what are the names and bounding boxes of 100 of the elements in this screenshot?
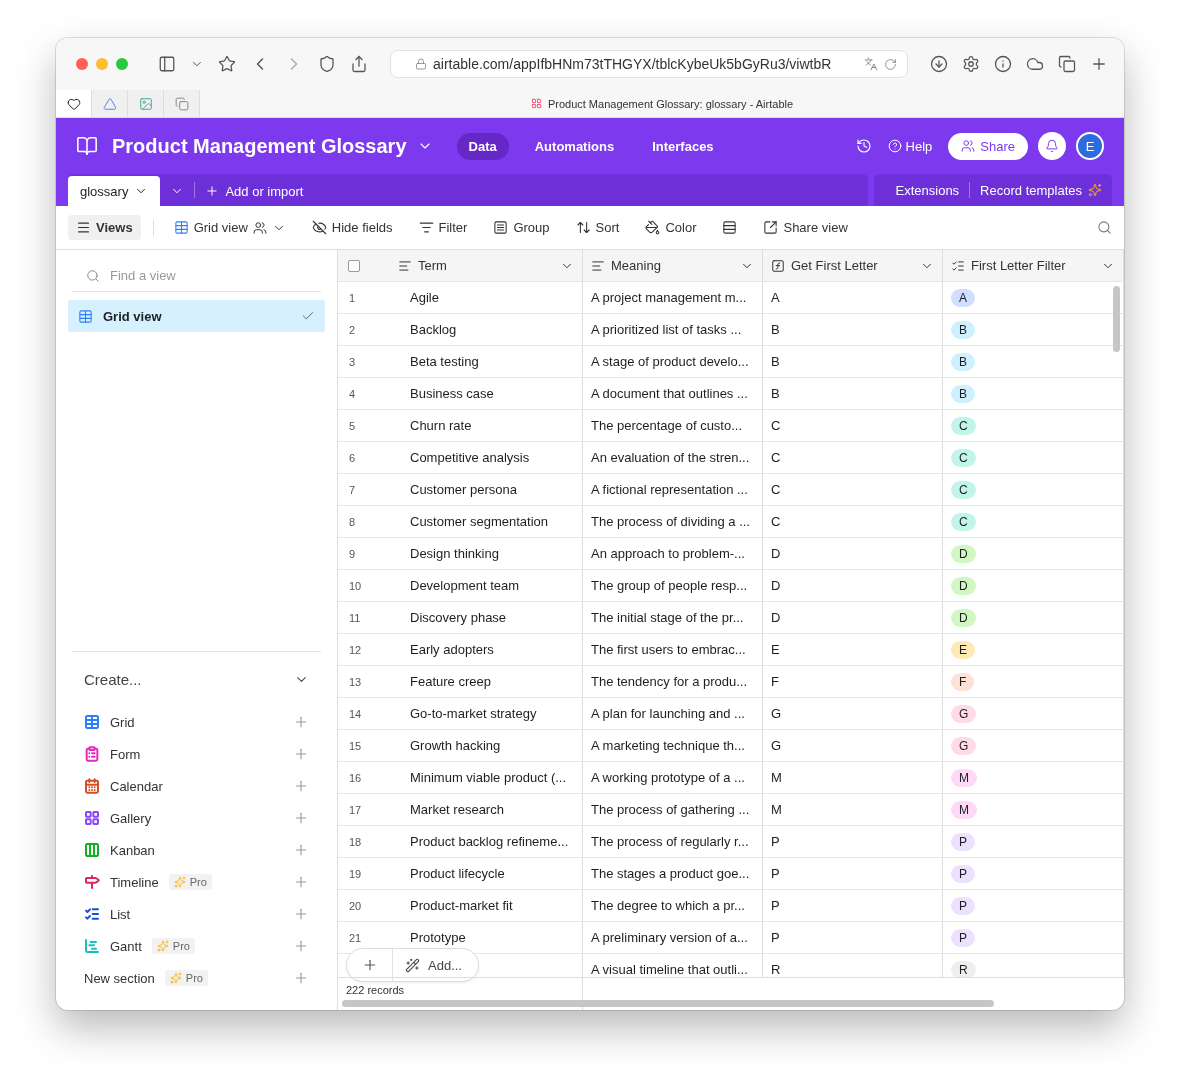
create-view-item[interactable]: Calendar bbox=[110, 778, 163, 794]
row-height-icon bbox=[722, 220, 738, 235]
header-link[interactable]: Record templates bbox=[970, 175, 1112, 205]
share-button[interactable]: Share bbox=[948, 132, 1028, 160]
plus-icon bbox=[205, 184, 220, 198]
create-view-item[interactable]: New section bbox=[84, 970, 155, 986]
filter-icon bbox=[418, 220, 434, 235]
plus-icon bbox=[293, 746, 309, 762]
row-number: 12 bbox=[348, 643, 363, 656]
scrollbar[interactable] bbox=[342, 1000, 994, 1007]
create-view-item[interactable]: Gallery bbox=[110, 810, 152, 826]
view-switcher[interactable]: Grid view bbox=[165, 215, 294, 240]
minimize-window-dot[interactable] bbox=[96, 58, 108, 70]
column-header[interactable]: Meaning bbox=[611, 258, 734, 273]
zoom-window-dot[interactable] bbox=[116, 58, 128, 70]
notifications-button[interactable] bbox=[1038, 132, 1066, 160]
create-view-item[interactable]: Gantt bbox=[110, 938, 142, 954]
row-number: 15 bbox=[348, 739, 363, 752]
table-cell: The process of gathering ... bbox=[591, 802, 750, 817]
scrollbar[interactable] bbox=[1113, 286, 1120, 352]
table-tab[interactable]: glossary bbox=[68, 176, 161, 206]
toolbar-button[interactable]: Filter bbox=[410, 215, 476, 240]
reload-icon bbox=[884, 57, 897, 71]
table-cell: The process of regularly r... bbox=[591, 834, 749, 849]
row-number: 1 bbox=[348, 291, 357, 304]
close-window-dot[interactable] bbox=[76, 58, 88, 70]
toolbar-button[interactable]: Share view bbox=[755, 215, 856, 240]
create-view-item[interactable]: Timeline bbox=[110, 874, 159, 890]
nav-tab[interactable]: Data bbox=[456, 132, 509, 160]
address-bar[interactable]: airtable.com/appIfbHNm73tTHGYX/tblcKybeUk5bGyRu3/viwtbR bbox=[390, 50, 908, 78]
table-cell: Design thinking bbox=[410, 546, 499, 561]
letter-tag: E bbox=[951, 640, 975, 659]
create-view-item[interactable]: Form bbox=[110, 746, 141, 762]
pro-badge: Pro bbox=[168, 874, 212, 890]
plus-icon bbox=[293, 906, 309, 922]
table-cell: P bbox=[771, 930, 780, 945]
plus-icon bbox=[293, 714, 309, 730]
create-view-item[interactable]: Grid bbox=[110, 714, 135, 730]
grid-icon bbox=[173, 220, 189, 235]
avatar[interactable]: E bbox=[1076, 132, 1104, 160]
table-cell: Discovery phase bbox=[410, 610, 507, 625]
find-view-field[interactable]: Find a view bbox=[108, 267, 307, 284]
create-view-item[interactable]: Kanban bbox=[110, 842, 155, 858]
table-cell: Product lifecycle bbox=[410, 866, 505, 881]
toolbar-button[interactable]: Hide fields bbox=[303, 215, 401, 240]
toolbar-button[interactable]: Color bbox=[637, 215, 705, 240]
text-field-icon bbox=[398, 258, 412, 273]
bell-icon bbox=[1045, 139, 1059, 153]
nav-tab[interactable]: Automations bbox=[522, 132, 627, 160]
sparkles-icon bbox=[1088, 183, 1102, 197]
help-button[interactable]: Help bbox=[881, 134, 939, 158]
table-cell: A working prototype of a ... bbox=[591, 770, 745, 785]
sort-icon bbox=[575, 220, 591, 235]
help-icon bbox=[887, 139, 902, 153]
toolbar-button[interactable]: Sort bbox=[567, 215, 628, 240]
sidebar-icon bbox=[158, 55, 176, 73]
letter-tag: B bbox=[951, 384, 975, 403]
select-all-checkbox[interactable] bbox=[348, 259, 360, 272]
info-icon bbox=[994, 55, 1012, 73]
table-cell: G bbox=[771, 738, 782, 753]
row-number: 2 bbox=[348, 323, 357, 336]
table-cell: A visual timeline that outli... bbox=[591, 962, 748, 977]
table-cell: P bbox=[771, 834, 780, 849]
view-item[interactable]: Grid view bbox=[68, 300, 325, 332]
pro-badge: Pro bbox=[164, 970, 208, 986]
table-cell: Minimum viable product (... bbox=[410, 770, 567, 785]
views-button[interactable]: Views bbox=[68, 215, 141, 240]
column-header[interactable]: First Letter Filter bbox=[971, 258, 1095, 273]
nav-tab[interactable]: Interfaces bbox=[640, 132, 726, 160]
letter-tag: P bbox=[951, 896, 975, 915]
star-icon bbox=[218, 55, 236, 73]
users-icon bbox=[252, 220, 267, 235]
column-header[interactable]: Term bbox=[418, 258, 554, 273]
row-number: 13 bbox=[348, 675, 363, 688]
letter-tag: D bbox=[951, 544, 976, 563]
select-field-icon bbox=[951, 258, 965, 273]
table-cell: G bbox=[771, 706, 782, 721]
letter-tag: G bbox=[951, 704, 977, 723]
table-cell: The degree to which a pr... bbox=[591, 898, 745, 913]
row-number: 16 bbox=[348, 771, 363, 784]
formula-icon bbox=[771, 258, 785, 273]
sparkles-icon bbox=[169, 972, 182, 984]
table-cell: Feature creep bbox=[410, 674, 491, 689]
table-cell: C bbox=[771, 450, 781, 465]
share-icon bbox=[763, 220, 779, 235]
image-icon bbox=[138, 96, 153, 111]
row-number: 20 bbox=[348, 899, 363, 912]
table-cell: The first users to embrac... bbox=[591, 642, 746, 657]
create-view-item[interactable]: List bbox=[110, 906, 131, 922]
add-import-button[interactable]: Add or import bbox=[195, 176, 314, 206]
table-cell: Competitive analysis bbox=[410, 450, 530, 465]
tab-title[interactable]: Product Management Glossary: glossary - Airtable bbox=[547, 97, 794, 110]
table-cell: P bbox=[771, 898, 780, 913]
letter-tag: D bbox=[951, 576, 976, 595]
column-header[interactable]: Get First Letter bbox=[791, 258, 914, 273]
table-cell: R bbox=[771, 962, 781, 977]
toolbar-button[interactable]: Group bbox=[485, 215, 558, 240]
table-cell: P bbox=[771, 866, 780, 881]
header-link[interactable]: Extensions bbox=[885, 175, 970, 205]
table-cell: Agile bbox=[410, 290, 439, 305]
